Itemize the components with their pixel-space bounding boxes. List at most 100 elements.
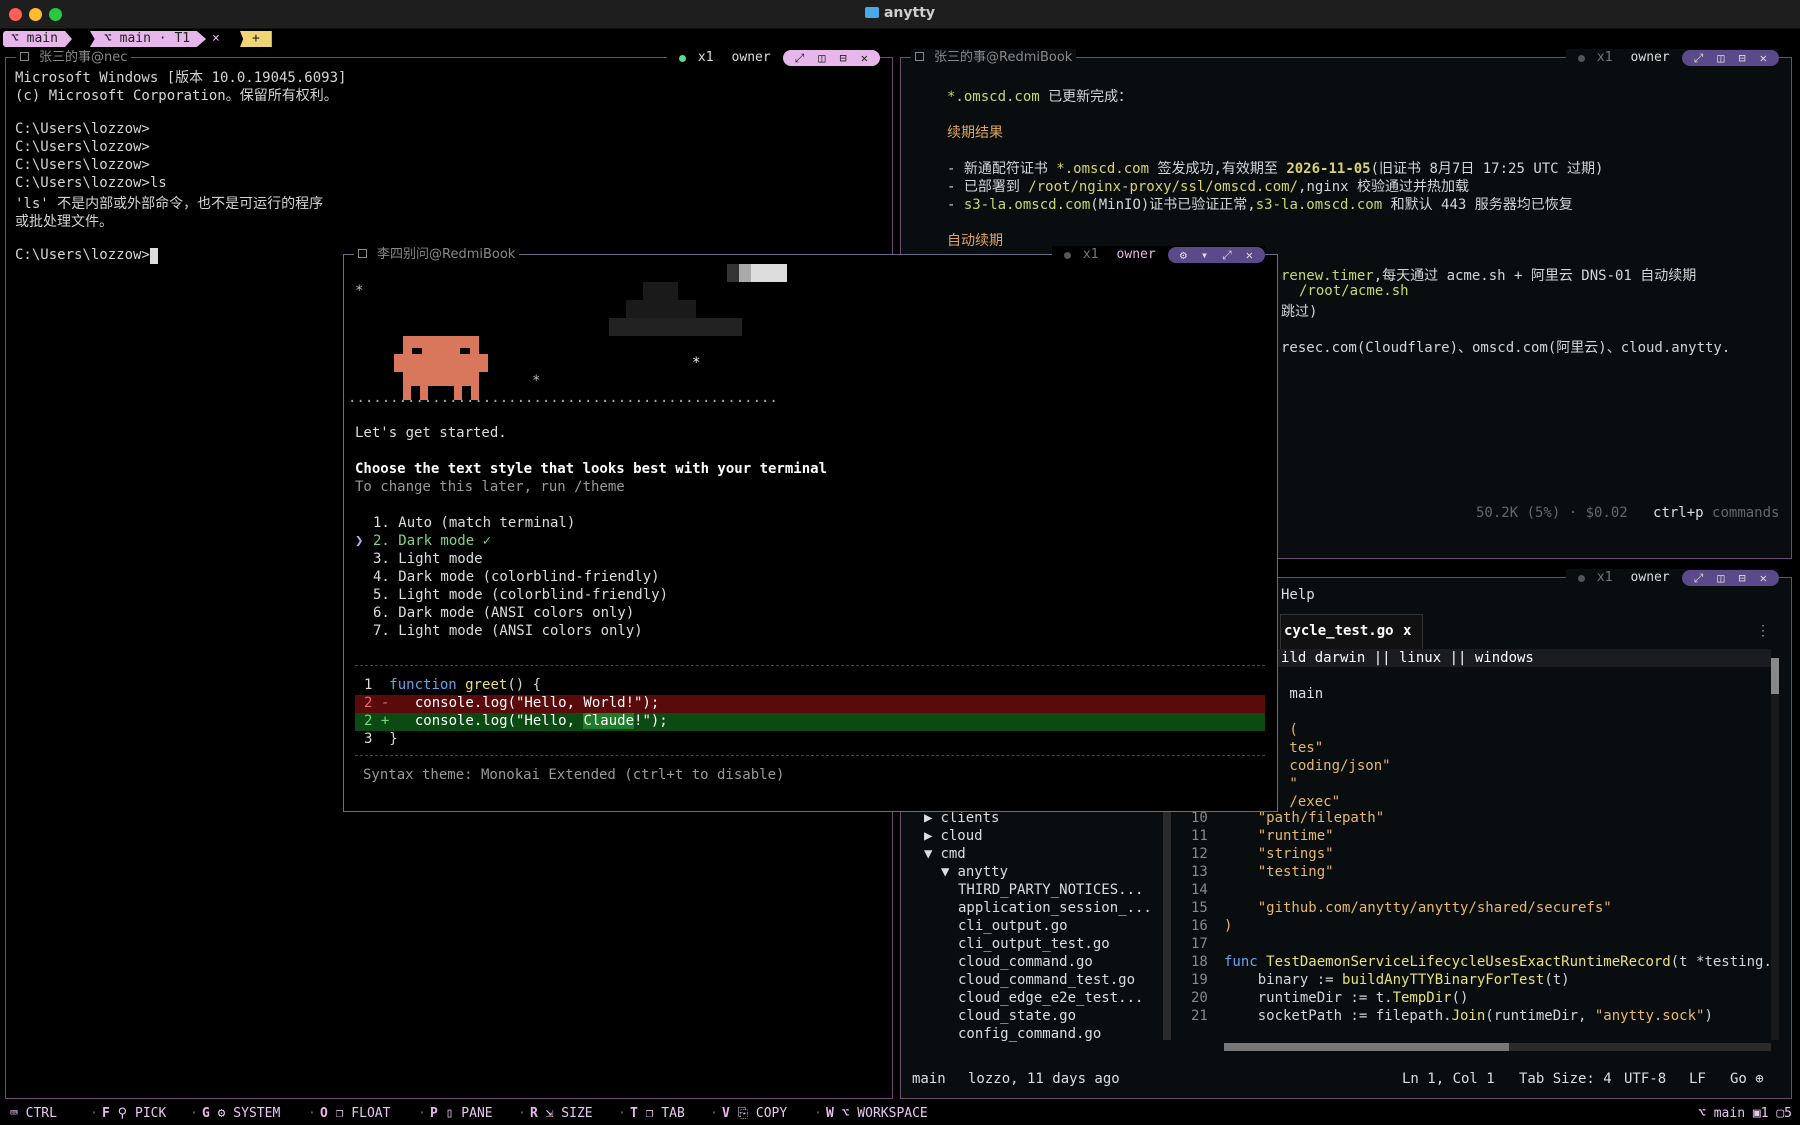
tree-item[interactable]: ▼ cmd	[924, 846, 966, 862]
tree-item[interactable]: ▶ cloud	[924, 828, 983, 844]
code-line: "github.com/anytty/anytty/shared/securef…	[1224, 900, 1612, 916]
session-tab[interactable]: ⌥ main	[3, 31, 72, 47]
auto-line-4: resec.com(Cloudflare)、omscd.com(阿里云)、clo…	[1281, 340, 1731, 356]
code-token: binary :=	[1224, 972, 1343, 988]
tree-item[interactable]: ▼ anytty	[941, 864, 1008, 880]
editor-tab-label: cycle_test.go	[1284, 623, 1394, 639]
tree-item[interactable]: THIRD_PARTY_NOTICES...	[958, 882, 1143, 898]
diff-removed-line: 2 - console.log("Hello, World!");	[355, 695, 1265, 713]
theme-option[interactable]: 3. Light mode	[373, 551, 483, 567]
code-text: "github.com/anytty/anytty/shared/securef…	[1224, 900, 1612, 916]
close-icon[interactable]: ✕	[1246, 247, 1253, 263]
code-token: socketPath := filepath.	[1224, 1008, 1452, 1024]
pane-zoom-level: x1	[1082, 247, 1099, 262]
close-icon[interactable]: ✕	[861, 50, 868, 66]
keybar-item[interactable]: G ⚙ SYSTEM	[202, 1103, 280, 1125]
maximize-icon[interactable]: ⤢	[1694, 570, 1704, 586]
theme-option[interactable]: 7. Light mode (ANSI colors only)	[373, 623, 643, 639]
split-vertical-icon[interactable]: ◫	[818, 50, 825, 66]
split-horizontal-icon[interactable]: ⊟	[1739, 50, 1746, 66]
tree-item-label: cloud_command_test.go	[958, 972, 1136, 988]
keybar-item[interactable]: T ❐ TAB	[630, 1103, 685, 1125]
scroll-thumb[interactable]	[1771, 658, 1779, 694]
status-language[interactable]: Go ⊕	[1730, 1071, 1764, 1087]
add-tab-button[interactable]: +	[240, 31, 272, 47]
status-tab-size[interactable]: Tab Size: 4	[1519, 1071, 1612, 1087]
tree-item[interactable]: cloud_command_test.go	[958, 972, 1135, 988]
vertical-scrollbar[interactable]	[1771, 658, 1779, 1040]
line-number: 14	[1191, 882, 1208, 898]
code-token: (t *testing.	[1670, 954, 1772, 970]
chevron-down-icon[interactable]: ▾	[1201, 247, 1208, 263]
keybar-item[interactable]: P ▯ PANE	[430, 1103, 493, 1125]
pane-square-icon	[20, 52, 29, 61]
terminal-line: 'ls' 不是内部或外部命令，也不是可运行的程序	[15, 196, 324, 212]
split-vertical-icon[interactable]: ◫	[1717, 50, 1724, 66]
status-dot-icon	[1577, 54, 1585, 62]
theme-option[interactable]: 2. Dark mode ✓	[373, 533, 491, 549]
pane-header: 李四别问@RedmiBook x1 owner ⚙ ▾ ⤢ ✕	[344, 246, 1277, 264]
sidebar-divider[interactable]	[1163, 810, 1171, 1040]
code-token: (runtimeDir,	[1485, 1008, 1595, 1024]
status-dot-icon	[1063, 251, 1071, 259]
line-number: 21	[1191, 1008, 1208, 1024]
status-encoding[interactable]: UTF-8	[1624, 1071, 1666, 1087]
maximize-icon[interactable]: ⤢	[1694, 50, 1704, 66]
close-icon[interactable]: ✕	[1760, 50, 1767, 66]
more-icon[interactable]: ⋮	[1756, 623, 1770, 639]
status-eol[interactable]: LF	[1689, 1071, 1706, 1087]
keybar-key: T	[630, 1106, 638, 1121]
maximize-icon[interactable]: ⤢	[795, 50, 805, 66]
split-horizontal-icon[interactable]: ⊟	[840, 50, 847, 66]
keybar-label: ⇲ SIZE	[545, 1106, 593, 1121]
chevron-down-icon: ▼	[941, 864, 950, 880]
status-position[interactable]: Ln 1, Col 1	[1402, 1071, 1495, 1087]
close-tab-button[interactable]: ×	[208, 31, 224, 47]
tree-item-label: cli_output.go	[958, 918, 1068, 934]
tree-item[interactable]: cloud_command.go	[958, 954, 1093, 970]
theme-option[interactable]: 1. Auto (match terminal)	[373, 515, 575, 531]
tree-item[interactable]: cloud_edge_e2e_test...	[958, 990, 1143, 1006]
line-number: 18	[1191, 954, 1208, 970]
scroll-thumb[interactable]	[1224, 1043, 1509, 1051]
horizontal-scrollbar[interactable]	[1224, 1043, 1771, 1051]
keybar-key: V	[722, 1106, 730, 1121]
tree-item[interactable]: ▶ clients	[924, 810, 999, 826]
status-blame[interactable]: lozzo, 11 days ago	[968, 1071, 1120, 1087]
keybar-item[interactable]: F ⚲ PICK	[102, 1103, 166, 1125]
tab-main-t1[interactable]: ⌥ main · T1	[90, 31, 207, 47]
line-number: 19	[1191, 972, 1208, 988]
tree-item[interactable]: cli_output.go	[958, 918, 1068, 934]
editor-tab-close[interactable]: x	[1403, 623, 1411, 639]
keybar-item[interactable]: W ⌥ WORKSPACE	[826, 1103, 928, 1125]
status-branch[interactable]: main	[912, 1071, 946, 1087]
code-text: )	[1224, 918, 1233, 934]
code-fragment: tes"	[1281, 740, 1324, 756]
theme-option[interactable]: 4. Dark mode (colorblind-friendly)	[373, 569, 660, 585]
close-icon[interactable]: ✕	[1760, 570, 1767, 586]
pane-controls: ⤢ ◫ ⊟ ✕	[782, 50, 880, 66]
keybar-item[interactable]: V ⎘ COPY	[722, 1103, 787, 1125]
editor-status-bar: main lozzo, 11 days ago Ln 1, Col 1 Tab …	[901, 1069, 1791, 1091]
theme-option[interactable]: 6. Dark mode (ANSI colors only)	[373, 605, 634, 621]
maximize-icon[interactable]: ⤢	[1222, 247, 1232, 263]
split-horizontal-icon[interactable]: ⊟	[1739, 570, 1746, 586]
keybar-label: ❐ FLOAT	[335, 1106, 391, 1121]
theme-option[interactable]: 5. Light mode (colorblind-friendly)	[373, 587, 668, 603]
menu-help[interactable]: Help	[1281, 587, 1315, 603]
tree-item[interactable]: application_session_...	[958, 900, 1152, 916]
pane-controls: ⤢ ◫ ⊟ ✕	[1681, 570, 1779, 586]
keybar-item[interactable]: R ⇲ SIZE	[530, 1103, 593, 1125]
editor-tab-active[interactable]: cycle_test.go x	[1280, 614, 1423, 649]
keybar-item[interactable]: ⌨ CTRL	[10, 1103, 57, 1125]
tree-item[interactable]: cloud_state.go	[958, 1008, 1076, 1024]
floating-pane[interactable]: 李四别问@RedmiBook x1 owner ⚙ ▾ ⤢ ✕ * * * ..…	[343, 246, 1278, 812]
tree-item[interactable]: config_command.go	[958, 1026, 1101, 1042]
split-vertical-icon[interactable]: ◫	[1717, 570, 1724, 586]
keybar-item[interactable]: O ❐ FLOAT	[320, 1103, 390, 1125]
settings-icon[interactable]: ⚙	[1180, 247, 1187, 263]
code-fragment: ild darwin || linux || windows	[1281, 650, 1534, 666]
tree-item[interactable]: cli_output_test.go	[958, 936, 1110, 952]
code-line: runtimeDir := t.TempDir()	[1224, 990, 1469, 1006]
selection-cursor-icon: ❯	[355, 533, 364, 549]
